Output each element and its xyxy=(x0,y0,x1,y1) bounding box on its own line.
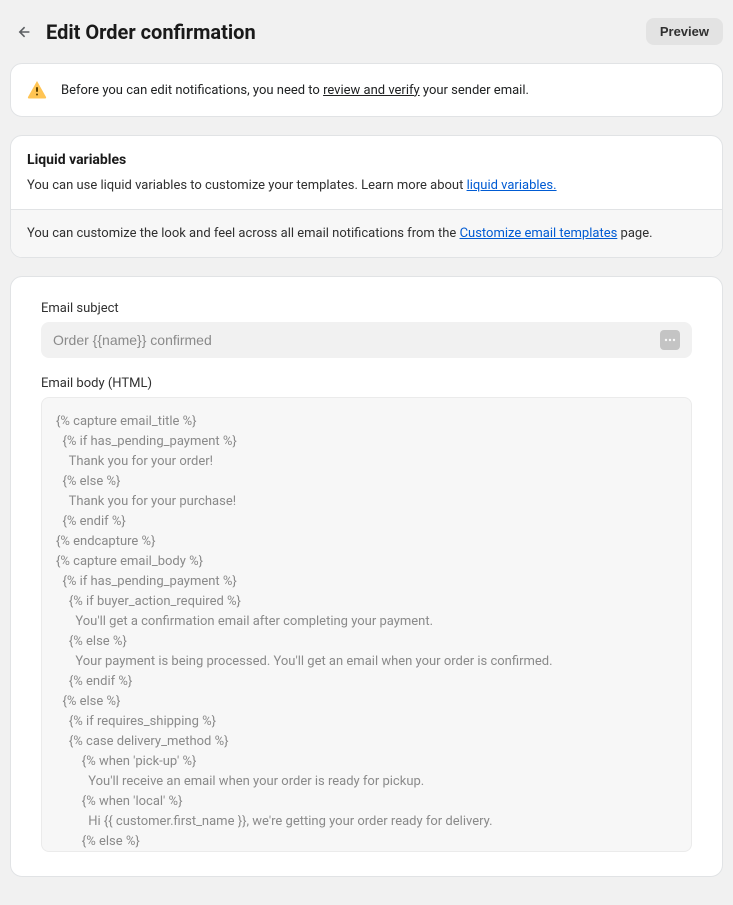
liquid-title: Liquid variables xyxy=(27,152,706,168)
verify-banner: Before you can edit notifications, you n… xyxy=(10,63,723,117)
review-verify-link[interactable]: review and verify xyxy=(323,83,420,98)
banner-prefix: Before you can edit notifications, you n… xyxy=(61,83,323,98)
back-button[interactable] xyxy=(10,19,36,45)
customize-suffix: page. xyxy=(617,226,652,241)
preview-button[interactable]: Preview xyxy=(646,18,723,45)
subject-label: Email subject xyxy=(41,301,692,316)
subject-field-wrap xyxy=(41,322,692,358)
subject-more-button[interactable] xyxy=(660,330,680,350)
subject-input[interactable] xyxy=(53,332,660,348)
warning-icon xyxy=(27,80,47,100)
arrow-left-icon xyxy=(15,24,31,40)
body-editor[interactable]: {% capture email_title %} {% if has_pend… xyxy=(41,397,692,852)
liquid-body-prefix: You can use liquid variables to customiz… xyxy=(27,178,467,193)
customize-templates-link[interactable]: Customize email templates xyxy=(460,226,618,241)
page-header: Edit Order confirmation Preview xyxy=(10,10,723,63)
liquid-card: Liquid variables You can use liquid vari… xyxy=(10,135,723,258)
liquid-body: You can use liquid variables to customiz… xyxy=(27,178,706,193)
body-code: {% capture email_title %} {% if has_pend… xyxy=(56,412,677,852)
page-title: Edit Order confirmation xyxy=(46,20,256,44)
customize-body: You can customize the look and feel acro… xyxy=(27,226,706,241)
dots-icon xyxy=(664,338,676,342)
customize-prefix: You can customize the look and feel acro… xyxy=(27,226,460,241)
banner-suffix: your sender email. xyxy=(420,83,529,98)
liquid-variables-link[interactable]: liquid variables. xyxy=(467,178,557,193)
body-label: Email body (HTML) xyxy=(41,376,692,391)
banner-text: Before you can edit notifications, you n… xyxy=(61,83,529,98)
editor-card: Email subject Email body (HTML) {% captu… xyxy=(10,276,723,877)
